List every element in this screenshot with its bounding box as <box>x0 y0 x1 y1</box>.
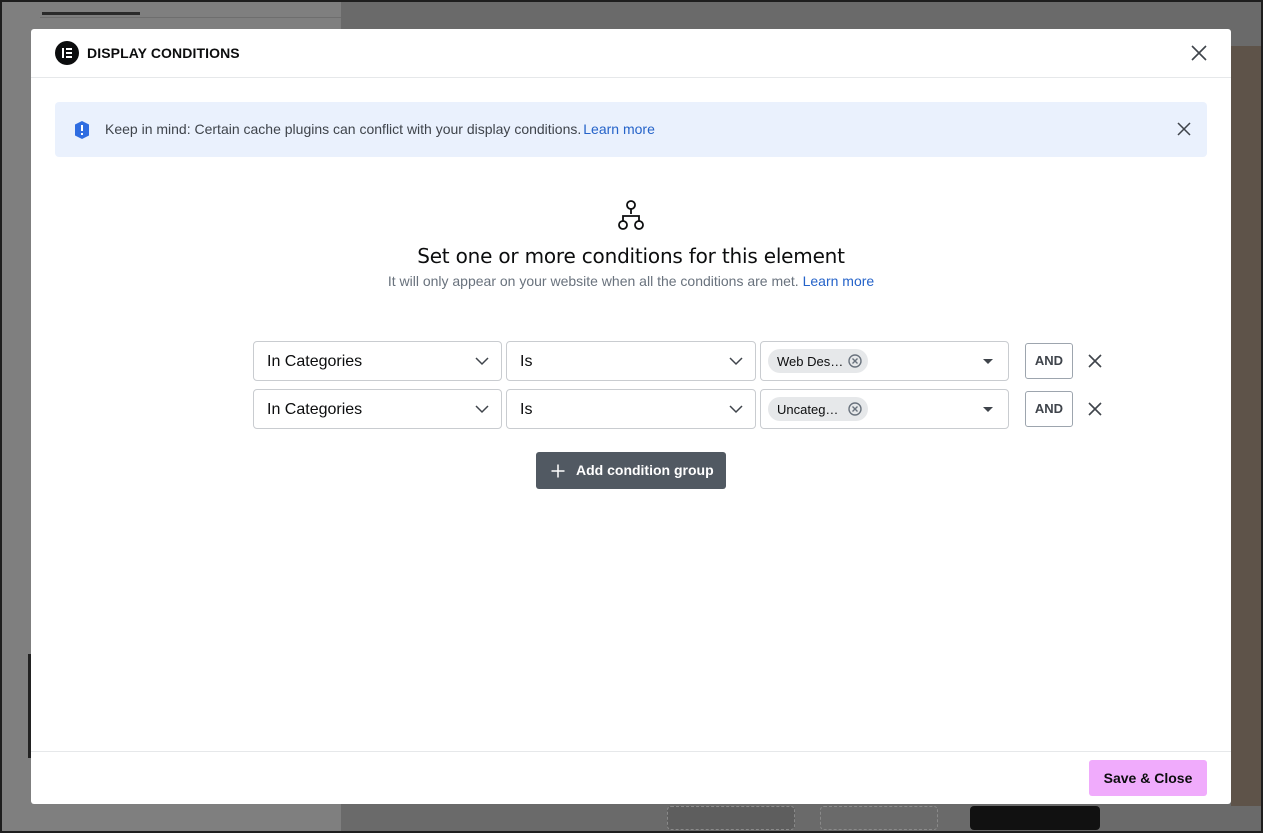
condition-type-value: In Categories <box>267 353 363 370</box>
circle-x-icon[interactable] <box>848 402 862 416</box>
value-chip: Uncategorized <box>768 397 868 421</box>
display-conditions-modal: DISPLAY CONDITIONS Keep in mind: Certain… <box>31 29 1231 804</box>
condition-operator-select[interactable]: Is <box>506 389 756 429</box>
condition-operator-value: Is <box>520 401 533 418</box>
chevron-down-icon <box>729 405 743 414</box>
info-icon <box>75 121 89 139</box>
add-condition-group-label: Add condition group <box>576 462 714 478</box>
alert-text: Keep in mind: Certain cache plugins can … <box>105 121 655 137</box>
editor-canvas-button <box>667 806 795 830</box>
intro-learn-more-link[interactable]: Learn more <box>803 273 875 289</box>
close-modal-button[interactable] <box>1189 43 1209 63</box>
plus-icon <box>551 464 565 478</box>
chevron-down-icon <box>475 405 489 414</box>
condition-operator-value: Is <box>520 353 533 370</box>
circle-x-icon[interactable] <box>848 354 862 368</box>
editor-canvas-button <box>970 806 1100 830</box>
value-chip-label: Uncategorized <box>777 401 845 417</box>
alert-learn-more-link[interactable]: Learn more <box>583 121 655 137</box>
editor-active-tab-indicator <box>42 12 140 15</box>
elementor-logo-icon <box>55 41 79 65</box>
condition-value-select[interactable]: Uncategorized <box>760 389 1009 429</box>
chevron-down-icon <box>475 357 489 366</box>
condition-row: In Categories Is Uncategorized AND <box>253 389 1113 429</box>
condition-type-select[interactable]: In Categories <box>253 389 502 429</box>
caret-down-icon <box>983 407 993 412</box>
modal-title: DISPLAY CONDITIONS <box>87 45 240 61</box>
remove-condition-button[interactable] <box>1088 402 1102 416</box>
condition-type-value: In Categories <box>267 401 363 418</box>
intro-title: Set one or more conditions for this elem… <box>417 244 845 268</box>
chevron-down-icon <box>729 357 743 366</box>
modal-header: DISPLAY CONDITIONS <box>31 29 1231 78</box>
condition-row: In Categories Is Web Design AND <box>253 341 1113 381</box>
hierarchy-icon <box>618 200 644 230</box>
condition-type-select[interactable]: In Categories <box>253 341 502 381</box>
and-connector-button[interactable]: AND <box>1025 343 1073 379</box>
intro-subtitle-text: It will only appear on your website when… <box>387 273 799 289</box>
value-chip-label: Web Design <box>777 353 845 369</box>
editor-sidebar-tabs <box>40 0 341 18</box>
remove-condition-button[interactable] <box>1088 354 1102 368</box>
save-and-close-button[interactable]: Save & Close <box>1089 760 1207 796</box>
value-chip: Web Design <box>768 349 868 373</box>
editor-canvas-button <box>820 806 938 830</box>
intro-subtitle: It will only appear on your website when… <box>31 273 1231 289</box>
modal-footer: Save & Close <box>31 751 1231 804</box>
alert-message: Keep in mind: Certain cache plugins can … <box>105 121 582 137</box>
cache-warning-alert: Keep in mind: Certain cache plugins can … <box>55 102 1207 157</box>
close-icon <box>1191 45 1207 61</box>
and-connector-button[interactable]: AND <box>1025 391 1073 427</box>
editor-canvas-section <box>1231 46 1263 806</box>
dismiss-alert-button[interactable] <box>1177 122 1191 136</box>
condition-value-select[interactable]: Web Design <box>760 341 1009 381</box>
add-condition-group-button[interactable]: Add condition group <box>536 452 726 489</box>
condition-operator-select[interactable]: Is <box>506 341 756 381</box>
caret-down-icon <box>983 359 993 364</box>
